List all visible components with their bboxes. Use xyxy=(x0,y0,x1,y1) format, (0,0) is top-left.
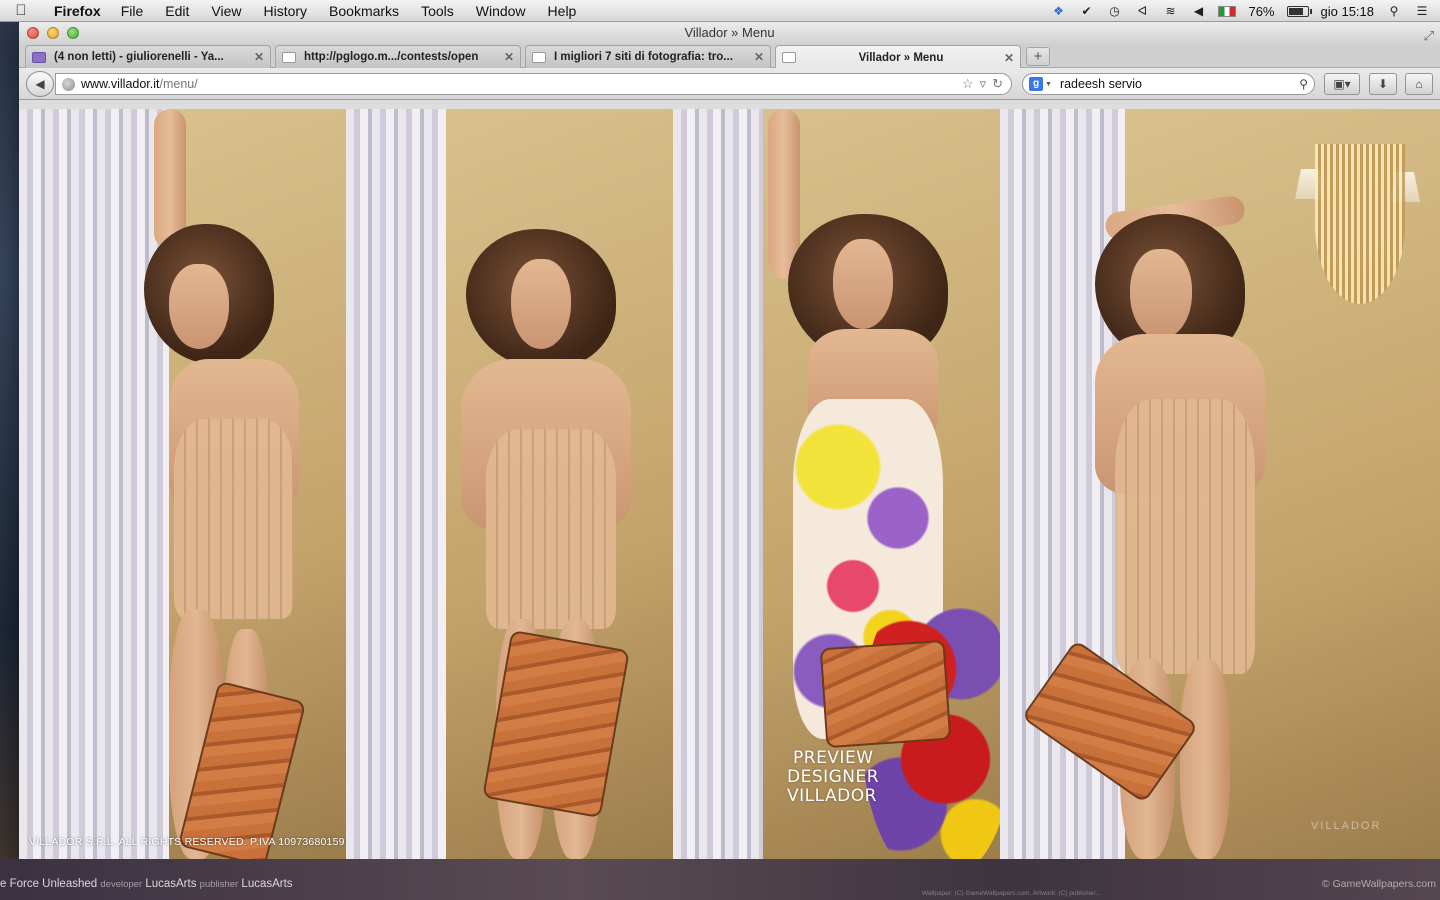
curtain xyxy=(19,109,169,859)
copyright-notice: VILLADOR S.R.L. ALL RIGHTS RESERVED. P.I… xyxy=(29,836,345,848)
preview-line-2: DESIGNER xyxy=(787,767,880,787)
tab-photography-sites[interactable]: I migliori 7 siti di fotografia: tro... … xyxy=(525,45,771,68)
wallpaper-credit: Wallpaper: (C) GameWallpapers.com. Artwo… xyxy=(922,890,1101,897)
url-path: /menu/ xyxy=(159,77,198,91)
url-actions: ☆ ▿ ↻ xyxy=(962,76,1011,92)
wallpaper-developer-label: developer xyxy=(100,879,143,890)
wallpaper-caption: e Force Unleashed developer LucasArts pu… xyxy=(0,878,293,890)
menu-view[interactable]: View xyxy=(211,3,241,19)
photo-panel-4 xyxy=(1000,109,1440,859)
model-face xyxy=(169,264,229,349)
bookmark-star-icon[interactable]: ☆ xyxy=(962,76,974,92)
preview-designer-link[interactable]: PREVIEW DESIGNER VILLADOR xyxy=(787,749,917,806)
wallpaper-publisher: LucasArts xyxy=(241,878,293,890)
menu-tools[interactable]: Tools xyxy=(421,3,454,19)
window-titlebar[interactable]: Villador » Menu ⤢ xyxy=(19,22,1440,44)
site-identity-globe-icon[interactable] xyxy=(62,77,75,91)
preview-line-1: PREVIEW xyxy=(793,748,874,768)
navigation-toolbar: ◀ www.villador.it/menu/ ☆ ▿ ↻ g ▼ radees… xyxy=(19,68,1440,100)
zoom-window-button[interactable] xyxy=(67,27,79,39)
clock[interactable]: gio 15:18 xyxy=(1321,4,1375,19)
apple-menu-icon[interactable]:  xyxy=(12,2,30,19)
preview-line-3: VILLADOR xyxy=(787,786,877,806)
tab-yahoo-mail[interactable]: (4 non letti) - giuliorenelli - Ya... ✕ xyxy=(25,45,271,68)
menu-help[interactable]: Help xyxy=(548,3,577,19)
menu-edit[interactable]: Edit xyxy=(165,3,189,19)
minimize-window-button[interactable] xyxy=(47,27,59,39)
checkmark-shield-icon[interactable]: ✔ xyxy=(1078,3,1094,19)
status-area: ❖ ✔ ◷ ᐊ ≋ ◀ 76% gio 15:18 ⚲ ☰ xyxy=(1050,0,1430,22)
time-machine-icon[interactable]: ◷ xyxy=(1106,3,1122,19)
tab-pglogo[interactable]: http://pglogo.m.../contests/open ✕ xyxy=(275,45,521,68)
close-tab-icon[interactable]: ✕ xyxy=(754,50,764,64)
reload-icon[interactable]: ↻ xyxy=(992,76,1003,92)
volume-icon[interactable]: ◀ xyxy=(1190,3,1206,19)
new-tab-button[interactable]: + xyxy=(1026,47,1050,66)
wallpaper-developer: LucasArts xyxy=(145,878,197,890)
tab-villador-menu[interactable]: Villador » Menu ✕ xyxy=(775,45,1021,69)
blank-page-favicon-icon xyxy=(282,51,296,63)
menu-window[interactable]: Window xyxy=(476,3,526,19)
menu-file[interactable]: File xyxy=(121,3,144,19)
close-tab-icon[interactable]: ✕ xyxy=(504,50,514,64)
back-button[interactable]: ◀ xyxy=(26,71,54,97)
menu-bookmarks[interactable]: Bookmarks xyxy=(329,3,399,19)
italian-flag-input-icon[interactable] xyxy=(1218,5,1237,17)
search-input[interactable]: radeesh servio xyxy=(1060,77,1142,91)
browser-window: Villador » Menu ⤢ (4 non letti) - giulio… xyxy=(19,22,1440,859)
model-face xyxy=(511,259,571,349)
model-face xyxy=(1130,249,1192,339)
wallpaper-publisher-label: publisher xyxy=(199,879,239,890)
model-corset xyxy=(1115,399,1255,674)
photo-panel-1 xyxy=(19,109,346,859)
mail-favicon-icon xyxy=(32,51,46,63)
model-corset xyxy=(486,429,616,629)
google-search-engine-icon[interactable]: g xyxy=(1029,77,1043,91)
bookmarks-menu-button[interactable]: ▣▾ xyxy=(1324,73,1360,95)
close-tab-icon[interactable]: ✕ xyxy=(254,50,264,64)
tab-label: http://pglogo.m.../contests/open xyxy=(304,51,479,63)
macos-menubar:  Firefox File Edit View History Bookmar… xyxy=(0,0,1440,22)
search-engine-dropdown-icon[interactable]: ▼ xyxy=(1045,81,1052,88)
tab-label: I migliori 7 siti di fotografia: tro... xyxy=(554,51,733,63)
window-title: Villador » Menu xyxy=(684,25,775,40)
search-icon[interactable]: ⚲ xyxy=(1299,77,1308,91)
blank-page-favicon-icon xyxy=(782,52,796,63)
page-content: PREVIEW DESIGNER VILLADOR VILLADOR S.R.L… xyxy=(19,109,1440,859)
tab-label: (4 non letti) - giuliorenelli - Ya... xyxy=(54,51,224,63)
blank-page-favicon-icon xyxy=(532,51,546,63)
close-tab-icon[interactable]: ✕ xyxy=(1004,51,1014,65)
downloads-button[interactable]: ⬇ xyxy=(1369,73,1397,95)
photo-panel-2 xyxy=(346,109,673,859)
spotlight-search-icon[interactable]: ⚲ xyxy=(1386,3,1402,19)
curtain xyxy=(346,109,446,859)
wallpaper-game-title: e Force Unleashed xyxy=(0,878,98,890)
battery-icon[interactable] xyxy=(1286,5,1312,17)
home-button[interactable]: ⌂ xyxy=(1405,73,1433,95)
tab-strip: (4 non letti) - giuliorenelli - Ya... ✕ … xyxy=(19,44,1440,69)
address-bar[interactable]: www.villador.it/menu/ ☆ ▿ ↻ xyxy=(55,73,1012,95)
villador-watermark: VILLADOR xyxy=(1311,820,1382,832)
menu-history[interactable]: History xyxy=(263,3,307,19)
wifi-icon[interactable]: ≋ xyxy=(1162,3,1178,19)
bluetooth-icon[interactable]: ᐊ xyxy=(1134,3,1150,19)
tab-label: Villador » Menu xyxy=(858,51,944,64)
crystals xyxy=(1315,144,1405,304)
model-corset xyxy=(174,419,294,619)
dropbox-icon[interactable]: ❖ xyxy=(1050,3,1066,19)
model-leg xyxy=(1180,659,1230,859)
curtain xyxy=(673,109,763,859)
notification-list-icon[interactable]: ☰ xyxy=(1414,3,1430,19)
url-host: www.villador.it xyxy=(81,77,160,91)
search-bar[interactable]: g ▼ radeesh servio ⚲ xyxy=(1022,73,1315,95)
chandelier xyxy=(1290,124,1430,324)
battery-percent[interactable]: 76% xyxy=(1248,4,1274,19)
model-face xyxy=(833,239,893,329)
close-window-button[interactable] xyxy=(27,27,39,39)
wallpaper-site: © GameWallpapers.com xyxy=(1321,878,1436,890)
photo-panel-3 xyxy=(673,109,1000,859)
url-dropdown-arrow-icon[interactable]: ▿ xyxy=(980,76,987,92)
menu-app-firefox[interactable]: Firefox xyxy=(54,3,101,19)
handbag xyxy=(819,639,952,749)
